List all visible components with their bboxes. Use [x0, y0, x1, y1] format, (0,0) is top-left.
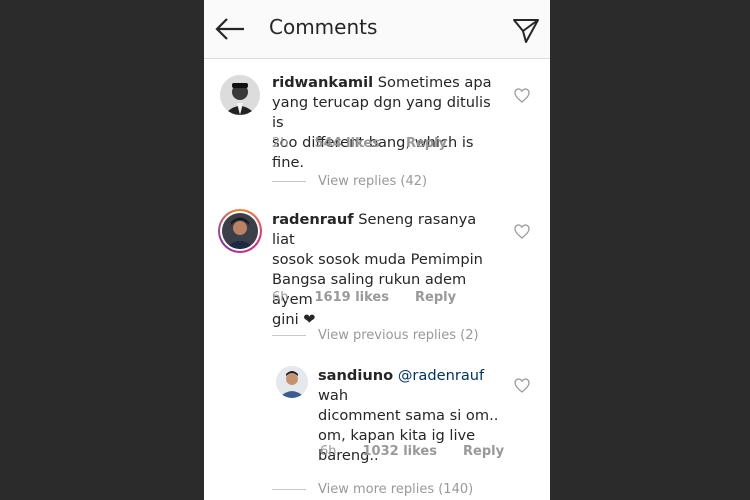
direct-send-icon[interactable] — [512, 16, 540, 44]
view-replies-label[interactable]: View replies (42) — [318, 174, 427, 189]
mention-link[interactable]: @radenrauf — [398, 367, 484, 384]
view-replies-label[interactable]: View more replies (140) — [318, 482, 473, 497]
divider — [272, 489, 306, 490]
divider — [272, 335, 306, 336]
comment-body-line: dicomment sama si om.. — [318, 407, 499, 424]
top-bar: Comments — [204, 0, 550, 59]
avatar[interactable] — [276, 366, 308, 398]
comment-body-line: gini ❤ — [272, 311, 316, 328]
comment-likes[interactable]: 1032 likes — [363, 444, 437, 459]
comment-username[interactable]: sandiuno — [318, 367, 393, 384]
like-heart-icon[interactable] — [514, 378, 530, 393]
avatar — [222, 213, 258, 249]
comment-username[interactable]: ridwankamil — [272, 74, 373, 91]
comment-body-line: yang terucap dgn yang ditulis is — [272, 94, 491, 131]
divider — [272, 181, 306, 182]
comment-text: radenrauf Seneng rasanya liat sosok soso… — [272, 210, 500, 330]
reply-button[interactable]: Reply — [406, 136, 447, 151]
avatar[interactable] — [220, 75, 260, 115]
comment-body-line: wah — [318, 387, 349, 404]
comment-body-line: sosok sosok muda Pemimpin — [272, 251, 483, 268]
view-more-replies-link[interactable]: View more replies (140) — [272, 482, 473, 497]
comment-username[interactable]: radenrauf — [272, 211, 354, 228]
comment-meta: 6h 1619 likes Reply — [272, 290, 482, 305]
comment-meta: 2h 544 likes Reply — [272, 136, 473, 151]
comment-likes[interactable]: 1619 likes — [315, 290, 389, 305]
comment-text: ridwankamil Sometimes apa yang terucap d… — [272, 73, 500, 173]
reply-button[interactable]: Reply — [415, 290, 456, 305]
like-heart-icon[interactable] — [514, 88, 530, 103]
comment-meta: 6h 1032 likes Reply — [320, 444, 530, 459]
view-previous-replies-link[interactable]: View previous replies (2) — [272, 328, 479, 343]
reply-button[interactable]: Reply — [463, 444, 504, 459]
comment-time: 6h — [272, 290, 289, 305]
view-replies-link[interactable]: View replies (42) — [272, 174, 427, 189]
like-heart-icon[interactable] — [514, 224, 530, 239]
comment-likes[interactable]: 544 likes — [315, 136, 380, 151]
comment-body-line: om, kapan kita ig live — [318, 427, 476, 444]
comment-time: 2h — [272, 136, 289, 151]
view-replies-label[interactable]: View previous replies (2) — [318, 328, 479, 343]
back-arrow-icon[interactable] — [214, 14, 246, 44]
comment-body-line: Sometimes apa — [377, 74, 492, 91]
comment-time: 6h — [320, 444, 337, 459]
page-title: Comments — [269, 15, 378, 39]
phone-screen: Comments ridwankamil Sometimes apa yang … — [204, 0, 550, 500]
avatar-story-ring[interactable] — [218, 209, 262, 253]
